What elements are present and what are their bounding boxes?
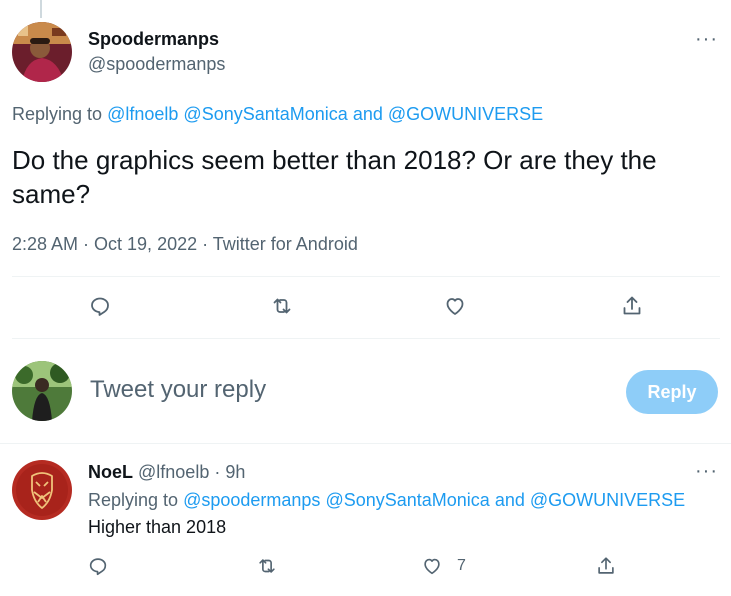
reply-input[interactable]: Tweet your reply bbox=[90, 376, 266, 404]
reply-icon bbox=[91, 297, 109, 316]
reply-author-line: NoeL @lfnoelb · 9h bbox=[88, 462, 245, 483]
user-avatar[interactable] bbox=[12, 361, 72, 421]
reply-submit-button[interactable]: Reply bbox=[626, 370, 718, 414]
like-icon bbox=[424, 558, 440, 575]
divider bbox=[0, 443, 731, 444]
replying-to-line: Replying to @lfnoelb @SonySantaMonica an… bbox=[12, 104, 543, 125]
mention-and[interactable]: and bbox=[353, 104, 383, 124]
retweet-button[interactable] bbox=[256, 555, 278, 577]
author-handle[interactable]: @spoodermanps bbox=[88, 54, 225, 75]
mention-link[interactable]: @GOWUNIVERSE bbox=[530, 490, 685, 510]
author-avatar[interactable] bbox=[12, 22, 72, 82]
mention-link[interactable]: @SonySantaMonica bbox=[325, 490, 489, 510]
share-icon bbox=[623, 296, 641, 315]
mention-and[interactable]: and bbox=[495, 490, 525, 510]
share-button[interactable] bbox=[620, 294, 644, 318]
reply-author-avatar[interactable] bbox=[12, 460, 72, 520]
reply-tweet-text: Higher than 2018 bbox=[88, 517, 227, 537]
like-button[interactable] bbox=[443, 294, 467, 318]
retweet-icon bbox=[259, 559, 275, 573]
like-button[interactable]: 7 bbox=[421, 555, 466, 577]
separator-dot: · bbox=[214, 462, 221, 482]
replying-to-label: Replying to bbox=[88, 490, 179, 510]
share-button[interactable] bbox=[595, 555, 617, 577]
reply-button[interactable] bbox=[88, 294, 112, 318]
thread-line bbox=[40, 0, 42, 18]
like-count: 7 bbox=[457, 557, 466, 574]
mention-link[interactable]: @spoodermanps bbox=[183, 490, 320, 510]
tweet-meta[interactable]: 2:28 AM · Oct 19, 2022 · Twitter for And… bbox=[12, 234, 358, 255]
like-icon bbox=[446, 298, 464, 315]
reply-author-display-name[interactable]: NoeL bbox=[88, 462, 133, 482]
share-icon bbox=[598, 557, 614, 574]
author-display-name[interactable]: Spoodermanps bbox=[88, 29, 219, 50]
more-icon[interactable]: ··· bbox=[695, 460, 718, 483]
more-icon[interactable]: ··· bbox=[695, 28, 718, 51]
divider bbox=[12, 276, 720, 277]
retweet-button[interactable] bbox=[270, 294, 294, 318]
tweet-text: Do the graphics seem better than 2018? O… bbox=[12, 145, 657, 209]
reply-button[interactable] bbox=[87, 555, 109, 577]
divider bbox=[12, 338, 720, 339]
mention-link[interactable]: @GOWUNIVERSE bbox=[388, 104, 543, 124]
reply-icon bbox=[89, 558, 107, 576]
retweet-icon bbox=[273, 298, 291, 314]
replying-to-label: Replying to bbox=[12, 104, 103, 124]
reply-author-handle[interactable]: @lfnoelb bbox=[138, 462, 209, 482]
reply-replying-to-line: Replying to @spoodermanps @SonySantaMoni… bbox=[88, 490, 685, 511]
reply-timestamp[interactable]: 9h bbox=[225, 462, 245, 482]
mention-link[interactable]: @lfnoelb bbox=[107, 104, 178, 124]
mention-link[interactable]: @SonySantaMonica bbox=[183, 104, 347, 124]
